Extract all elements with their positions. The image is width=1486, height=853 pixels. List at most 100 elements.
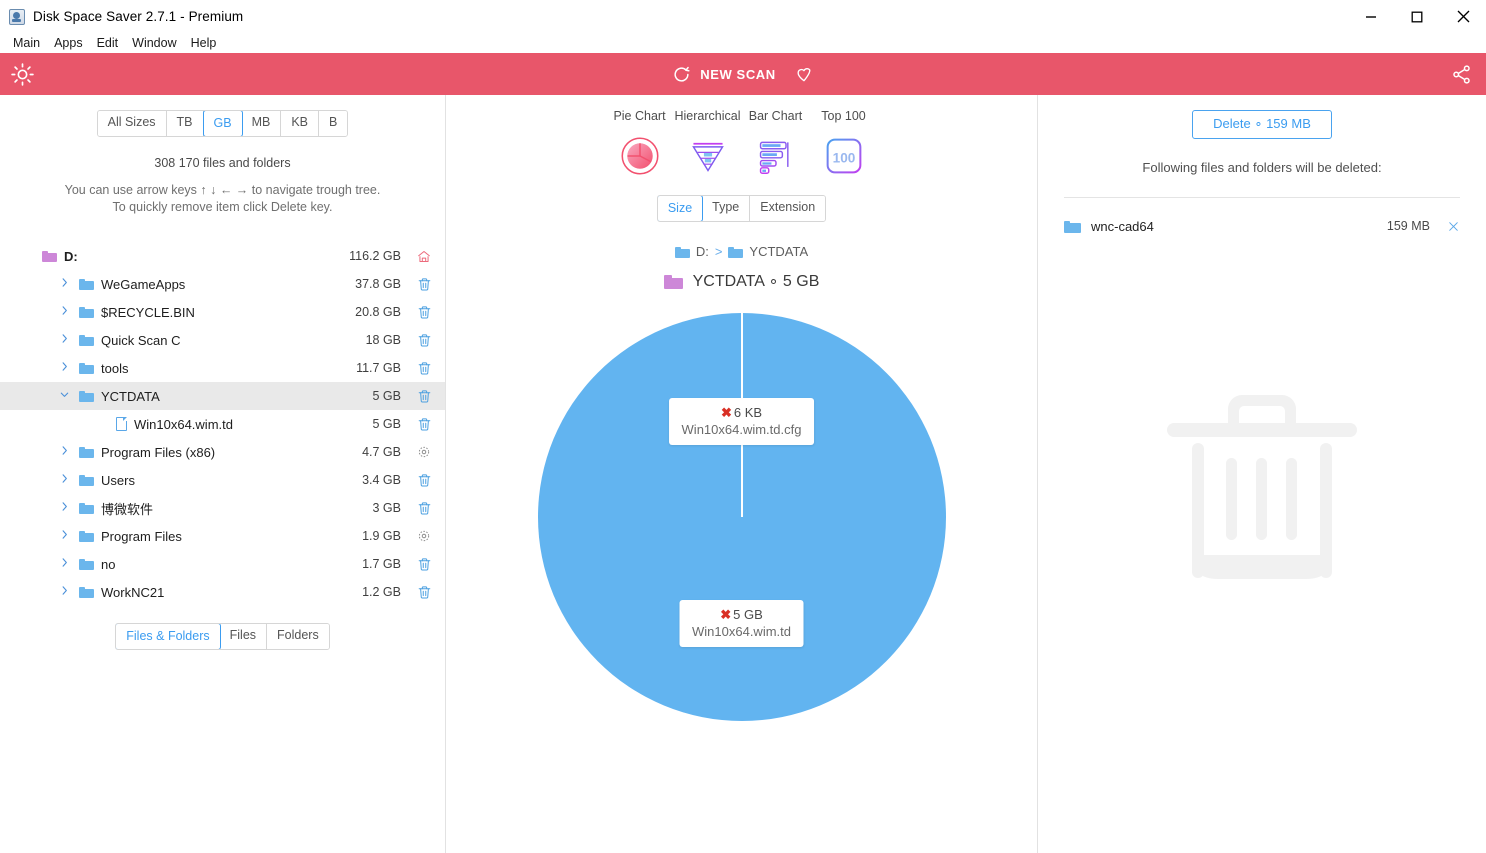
toolbar-left-group [10, 53, 35, 95]
tree-row[interactable]: WeGameApps 37.8 GB [0, 270, 445, 298]
size-filter-gb[interactable]: GB [202, 111, 243, 136]
size-filter-all-sizes[interactable]: All Sizes [97, 111, 167, 136]
delete-list-item[interactable]: wnc-cad64 159 MB [1064, 208, 1460, 244]
new-scan-label: NEW SCAN [700, 66, 776, 82]
trash-icon[interactable] [415, 303, 433, 321]
chevron-right-icon[interactable] [57, 277, 71, 291]
minimize-button[interactable] [1348, 0, 1394, 33]
tree-item-size: 37.8 GB [355, 277, 401, 291]
tree-row[interactable]: tools 11.7 GB [0, 354, 445, 382]
pie-label-wim-size: 5 GB [733, 607, 763, 622]
view-filter-folders[interactable]: Folders [267, 624, 329, 649]
trash-icon[interactable] [415, 555, 433, 573]
tree-row[interactable]: YCTDATA 5 GB [0, 382, 445, 410]
tab-pie-chart[interactable]: Pie Chart [606, 109, 674, 179]
trash-icon[interactable] [415, 471, 433, 489]
chevron-right-icon[interactable] [57, 501, 71, 515]
trash-icon[interactable] [415, 359, 433, 377]
menu-item-main[interactable]: Main [6, 35, 47, 51]
tree-row[interactable]: 博微软件 3 GB [0, 494, 445, 522]
tree-row[interactable]: D: 116.2 GB [0, 242, 445, 270]
share-icon[interactable] [1451, 64, 1472, 85]
menu-item-apps[interactable]: Apps [47, 35, 90, 51]
gear-icon[interactable] [415, 443, 433, 461]
menu-item-help[interactable]: Help [184, 35, 224, 51]
tree-row[interactable]: Users 3.4 GB [0, 466, 445, 494]
window-controls [1348, 0, 1486, 33]
tree-item-size: 1.7 GB [362, 557, 401, 571]
folder-icon [79, 558, 94, 570]
tab-top-100[interactable]: Top 100 100 [810, 109, 878, 179]
close-icon[interactable] [1447, 220, 1460, 233]
trash-icon[interactable] [415, 415, 433, 433]
x-delete-icon[interactable]: ✖ [720, 608, 731, 621]
chevron-right-icon[interactable] [57, 473, 71, 487]
menu-item-window[interactable]: Window [125, 35, 183, 51]
delete-subtitle: Following files and folders will be dele… [1142, 160, 1382, 175]
size-filter-kb[interactable]: KB [281, 111, 320, 136]
sun-icon[interactable] [10, 62, 35, 87]
chevron-right-icon[interactable] [57, 557, 71, 571]
tree-row[interactable]: WorkNC21 1.2 GB [0, 578, 445, 606]
maximize-button[interactable] [1394, 0, 1440, 33]
breadcrumb-item-1[interactable]: YCTDATA [749, 244, 808, 259]
chevron-down-icon[interactable] [57, 389, 71, 403]
tree-row[interactable]: Program Files 1.9 GB [0, 522, 445, 550]
size-filter-tb[interactable]: TB [166, 111, 204, 136]
trash-icon[interactable] [415, 583, 433, 601]
tree-item-label: WeGameApps [101, 276, 186, 292]
group-by-type[interactable]: Type [702, 196, 751, 221]
new-scan-button[interactable]: NEW SCAN [672, 65, 776, 84]
tree-item-label: Program Files [101, 528, 182, 544]
pie-label-wim[interactable]: ✖ 5 GB Win10x64.wim.td [679, 600, 804, 647]
tree-item-label: 博微软件 [101, 501, 154, 517]
folder-icon [79, 390, 94, 402]
trash-icon [1162, 395, 1362, 605]
x-delete-icon[interactable]: ✖ [721, 406, 732, 419]
tree-row[interactable]: Win10x64.wim.td 5 GB [0, 410, 445, 438]
breadcrumb-folder-icon-1 [728, 246, 744, 258]
chevron-right-icon[interactable] [57, 585, 71, 599]
breadcrumb: D: > YCTDATA [446, 244, 1037, 259]
group-by-size[interactable]: Size [657, 196, 704, 221]
delete-item-size: 159 MB [1386, 219, 1430, 233]
group-by-extension[interactable]: Extension [750, 196, 826, 221]
size-filter-mb[interactable]: MB [241, 111, 282, 136]
chevron-right-icon[interactable] [57, 305, 71, 319]
breadcrumb-item-0[interactable]: D: [696, 244, 709, 259]
view-filter-files-and-folders[interactable]: Files & Folders [116, 624, 221, 649]
home-icon[interactable] [415, 247, 433, 265]
size-filter-b[interactable]: B [319, 111, 348, 136]
tree-item-label: D: [64, 248, 78, 264]
gear-icon[interactable] [415, 527, 433, 545]
file-icon [116, 417, 127, 431]
tab-pie-chart-label: Pie Chart [613, 109, 666, 123]
tree-item-size: 5 GB [372, 417, 402, 431]
chevron-right-icon[interactable] [57, 445, 71, 459]
close-button[interactable] [1440, 0, 1486, 33]
menu-item-edit[interactable]: Edit [90, 35, 126, 51]
trash-icon[interactable] [415, 499, 433, 517]
chevron-right-icon[interactable] [57, 361, 71, 375]
folder-icon [79, 306, 94, 318]
pie-label-cfg[interactable]: ✖ 6 KB Win10x64.wim.td.cfg [668, 398, 815, 445]
delete-button[interactable]: Delete ∘ 159 MB [1192, 110, 1332, 139]
tree-item-size: 4.7 GB [362, 445, 401, 459]
tree-row[interactable]: Program Files (x86) 4.7 GB [0, 438, 445, 466]
trash-icon[interactable] [415, 331, 433, 349]
center-panel: Pie Chart Hierarchical Bar Chart Top 100… [446, 95, 1038, 853]
chevron-right-icon[interactable] [57, 529, 71, 543]
folder-icon [79, 586, 94, 598]
tree-row[interactable]: $RECYCLE.BIN 20.8 GB [0, 298, 445, 326]
heart-icon[interactable] [794, 64, 814, 84]
trash-icon[interactable] [415, 275, 433, 293]
delete-list: wnc-cad64 159 MB [1038, 208, 1486, 244]
tab-bar-chart[interactable]: Bar Chart [742, 109, 810, 179]
trash-icon[interactable] [415, 387, 433, 405]
tree-row[interactable]: no 1.7 GB [0, 550, 445, 578]
tab-hierarchical[interactable]: Hierarchical [674, 109, 742, 179]
tree-row[interactable]: Quick Scan C 18 GB [0, 326, 445, 354]
chevron-right-icon[interactable] [57, 333, 71, 347]
folder-icon [79, 502, 94, 514]
view-filter-files[interactable]: Files [219, 624, 268, 649]
